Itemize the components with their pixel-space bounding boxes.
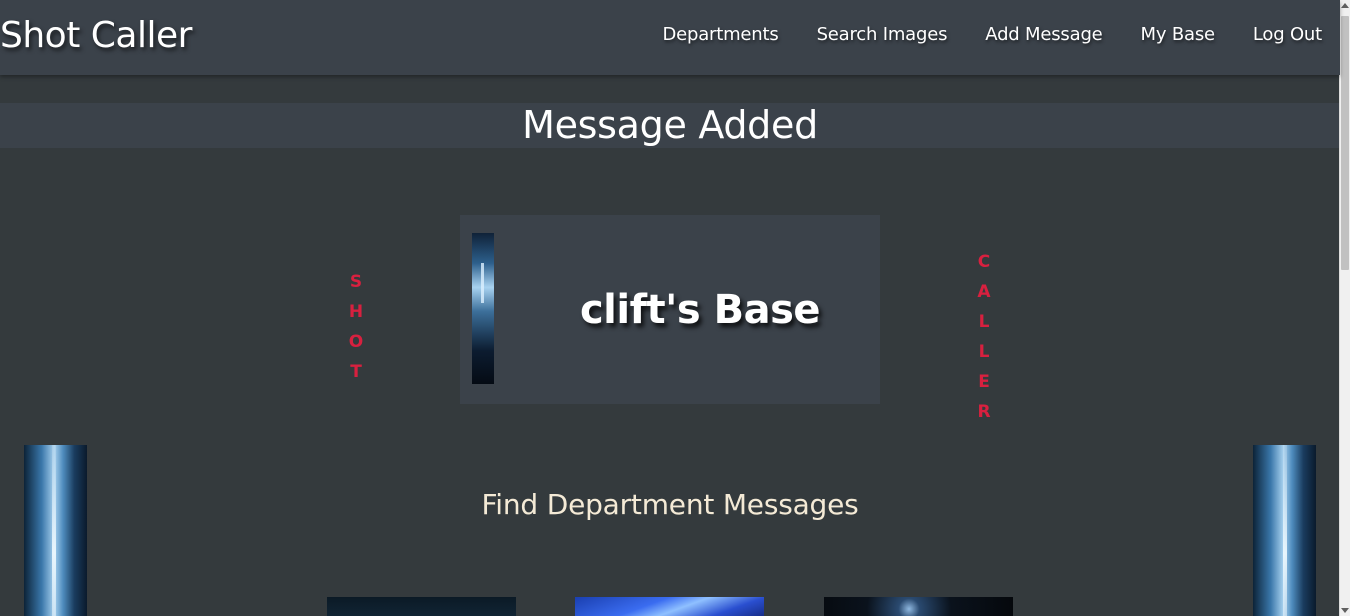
scroll-up-arrow-icon[interactable]	[1341, 3, 1349, 8]
vertical-letter: A	[977, 282, 991, 302]
vertical-word-caller: C A L L E R	[974, 247, 994, 427]
side-decoration-image-right	[1253, 445, 1316, 616]
title-banner: Message Added	[0, 103, 1340, 148]
vertical-scrollbar[interactable]	[1339, 0, 1350, 616]
department-image-3[interactable]	[824, 597, 1013, 616]
navbar: Shot Caller Departments Search Images Ad…	[0, 0, 1340, 75]
nav-link-departments[interactable]: Departments	[662, 24, 778, 45]
vertical-letter: E	[978, 372, 990, 392]
side-decoration-image-left	[24, 445, 87, 616]
department-image-1[interactable]	[327, 597, 516, 616]
base-thumbnail-image	[472, 233, 494, 384]
vertical-letter: L	[978, 342, 990, 362]
vertical-letter: O	[348, 332, 364, 352]
nav-link-add-message[interactable]: Add Message	[985, 24, 1102, 45]
vertical-letter: L	[978, 312, 990, 332]
scrollbar-thumb[interactable]	[1341, 16, 1349, 270]
brand-logo[interactable]: Shot Caller	[0, 12, 192, 60]
vertical-letter: R	[977, 402, 991, 422]
page: Shot Caller Departments Search Images Ad…	[0, 0, 1350, 616]
base-title: clift's Base	[579, 287, 821, 333]
page-title: Message Added	[522, 103, 818, 147]
vertical-letter: H	[348, 302, 364, 322]
department-image-2[interactable]	[575, 597, 764, 616]
nav-link-log-out[interactable]: Log Out	[1253, 24, 1322, 45]
scroll-down-arrow-icon[interactable]	[1341, 608, 1349, 613]
vertical-letter: T	[350, 362, 362, 382]
vertical-letter: C	[977, 252, 991, 272]
vertical-word-shot: S H O T	[346, 267, 366, 387]
find-department-messages-heading: Find Department Messages	[481, 488, 859, 521]
nav-link-search-images[interactable]: Search Images	[817, 24, 948, 45]
vertical-letter: S	[349, 272, 363, 292]
nav-links: Departments Search Images Add Message My…	[662, 24, 1322, 45]
base-card: clift's Base	[460, 215, 880, 404]
nav-link-my-base[interactable]: My Base	[1141, 24, 1216, 45]
